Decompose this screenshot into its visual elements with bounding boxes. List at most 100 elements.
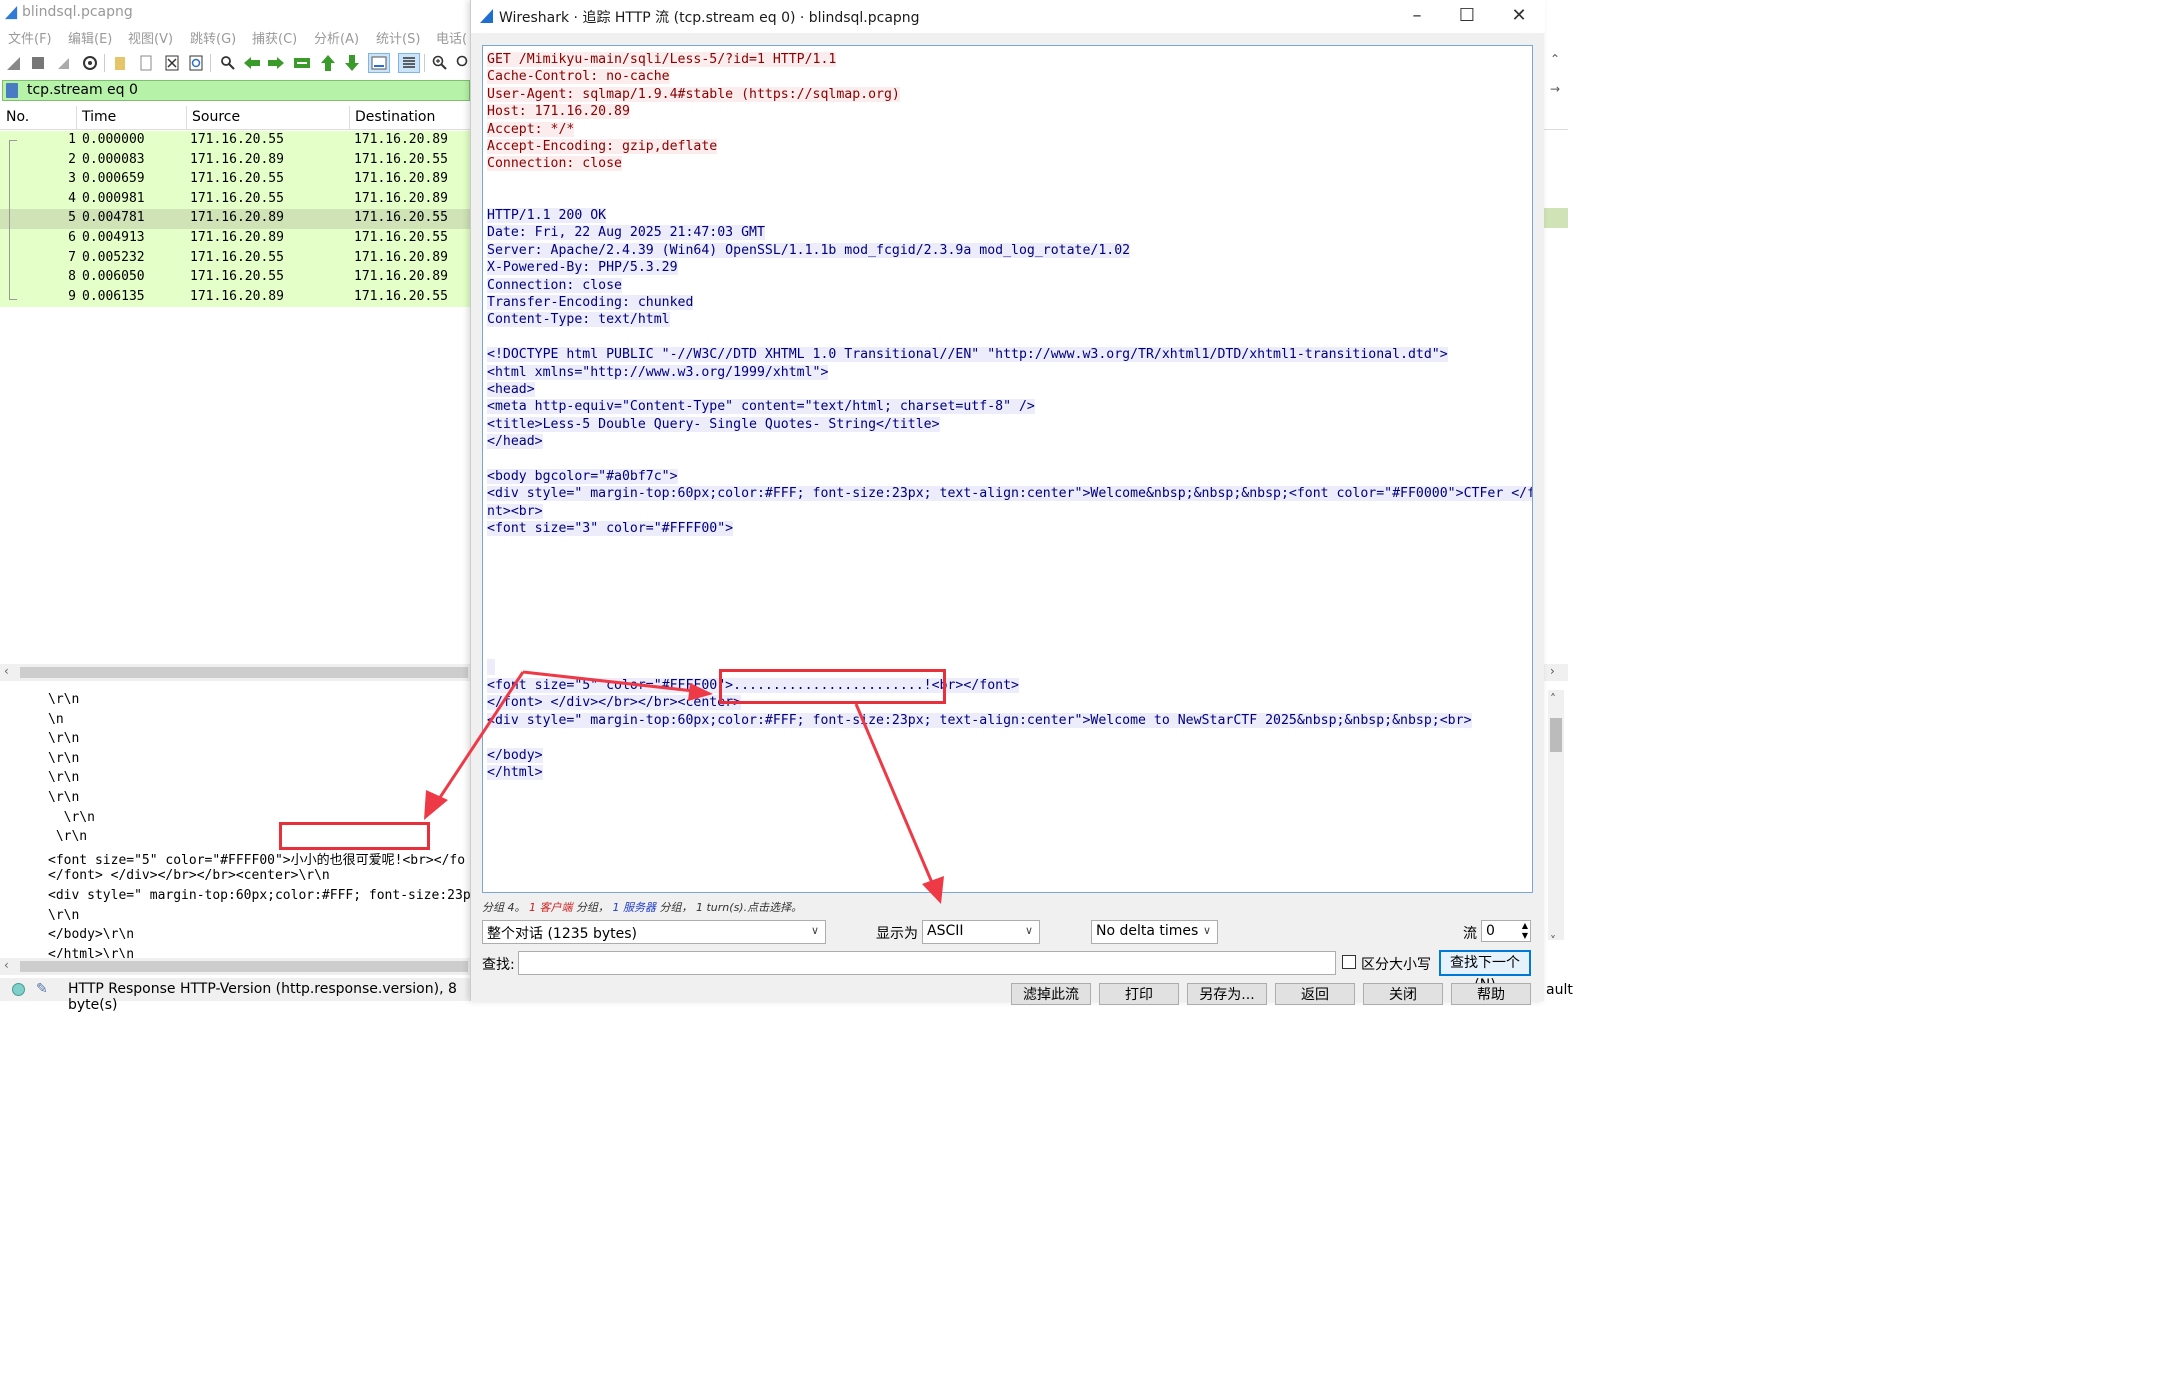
expert-info-icon[interactable] bbox=[12, 983, 25, 996]
scroll-left-icon[interactable]: ‹ bbox=[4, 958, 9, 972]
spin-up-icon[interactable]: ▲ bbox=[1522, 921, 1528, 930]
packet-time: 0.000981 bbox=[82, 190, 145, 206]
packet-time: 0.000659 bbox=[82, 171, 145, 187]
server-line: Server: Apache/2.4.39 (Win64) OpenSSL/1.… bbox=[487, 242, 1131, 258]
print-button[interactable]: 打印 bbox=[1099, 983, 1179, 1005]
case-sensitive-checkbox[interactable] bbox=[1342, 955, 1356, 969]
colorize-icon[interactable] bbox=[398, 53, 420, 73]
column-destination[interactable]: Destination bbox=[355, 109, 435, 125]
go-back-icon[interactable] bbox=[242, 53, 262, 73]
menu-go[interactable]: 跳转(G) bbox=[190, 28, 236, 47]
packet-row[interactable]: 3 0.000659 171.16.20.55 171.16.20.89 bbox=[0, 170, 470, 190]
menu-telephony[interactable]: 电话( bbox=[436, 28, 467, 47]
minimize-icon[interactable]: – bbox=[1405, 4, 1429, 28]
main-window-right-edge: ⌃ → › ˄ ˅ ault bbox=[1544, 0, 1573, 1001]
menu-statistics[interactable]: 统计(S) bbox=[376, 28, 420, 47]
packet-time: 0.006050 bbox=[82, 269, 145, 285]
help-button[interactable]: 帮助 bbox=[1451, 983, 1531, 1005]
server-line: <div style=" margin-top:60px;color:#FFF;… bbox=[487, 485, 1532, 502]
column-no[interactable]: No. bbox=[6, 109, 29, 125]
display-filter-bar[interactable]: tcp.stream eq 0 bbox=[2, 80, 470, 101]
zoom-in-icon[interactable] bbox=[430, 53, 450, 73]
packet-row[interactable]: 5 0.004781 171.16.20.89 171.16.20.55 bbox=[0, 209, 470, 229]
packet-list-hscroll[interactable]: ‹ bbox=[0, 664, 470, 681]
save-file-icon[interactable] bbox=[136, 53, 156, 73]
close-file-icon[interactable] bbox=[162, 53, 182, 73]
menu-file[interactable]: 文件(F) bbox=[8, 28, 52, 47]
scroll-thumb[interactable] bbox=[1550, 718, 1562, 752]
menu-analyze[interactable]: 分析(A) bbox=[314, 28, 359, 47]
back-button[interactable]: 返回 bbox=[1275, 983, 1355, 1005]
filter-out-stream-button[interactable]: 滤掉此流 bbox=[1011, 983, 1091, 1005]
packet-row[interactable]: 4 0.000981 171.16.20.55 171.16.20.89 bbox=[0, 189, 470, 210]
column-source[interactable]: Source bbox=[192, 109, 240, 125]
packet-src: 171.16.20.55 bbox=[190, 249, 284, 265]
bytes-pane-hscroll[interactable]: ‹ bbox=[0, 958, 470, 975]
chevron-down-icon: ∨ bbox=[1024, 924, 1033, 937]
packet-row[interactable]: 1 0.000000 171.16.20.55 171.16.20.89 bbox=[0, 131, 470, 151]
bytes-line: \n bbox=[48, 711, 64, 727]
packet-src: 171.16.20.89 bbox=[190, 151, 284, 167]
menu-view[interactable]: 视图(V) bbox=[128, 28, 173, 47]
server-line: nt><br> bbox=[487, 503, 543, 519]
bytes-line: \r\n bbox=[48, 829, 88, 845]
stream-number-spinbox[interactable]: 0 ▲ ▼ bbox=[1481, 920, 1531, 942]
autoscroll-icon[interactable] bbox=[368, 53, 390, 73]
save-as-button[interactable]: 另存为... bbox=[1187, 983, 1267, 1005]
find-input[interactable] bbox=[518, 951, 1336, 975]
server-line: <title>Less-5 Double Query- Single Quote… bbox=[487, 416, 940, 432]
zoom-out-icon[interactable] bbox=[454, 53, 470, 73]
go-to-packet-icon[interactable] bbox=[292, 53, 312, 73]
bookmark-icon[interactable] bbox=[6, 83, 18, 98]
packet-row[interactable]: 2 0.000083 171.16.20.89 171.16.20.55 bbox=[0, 150, 470, 171]
scroll-up-icon[interactable]: ˄ bbox=[1550, 692, 1556, 706]
maximize-icon[interactable]: ☐ bbox=[1455, 4, 1479, 28]
client-line: Accept: */* bbox=[487, 121, 575, 137]
stream-info: 分组 4。 1 客户端 分组， 1 服务器 分组， 1 turn(s).点击选择… bbox=[482, 901, 803, 914]
case-sensitive-label: 区分大小写 bbox=[1361, 957, 1431, 973]
packet-row[interactable]: 8 0.006050 171.16.20.55 171.16.20.89 bbox=[0, 268, 470, 288]
scroll-thumb[interactable] bbox=[20, 667, 468, 678]
bytes-line: \r\n bbox=[48, 770, 80, 786]
gear-icon[interactable] bbox=[80, 53, 100, 73]
reload-icon[interactable] bbox=[186, 53, 206, 73]
server-line: Date: Fri, 22 Aug 2025 21:47:03 GMT bbox=[487, 225, 765, 241]
restart-icon[interactable] bbox=[54, 53, 74, 73]
packet-list: 1 0.000000 171.16.20.55 171.16.20.89 2 0.0000… bbox=[0, 131, 470, 308]
scroll-left-icon[interactable]: ‹ bbox=[4, 664, 9, 678]
arrow-right-icon[interactable]: → bbox=[1550, 82, 1560, 96]
find-next-button[interactable]: 查找下一个(N) bbox=[1439, 950, 1531, 993]
stream-content[interactable]: GET /Mimikyu-main/sqli/Less-5/?id=1 HTTP… bbox=[482, 45, 1533, 893]
stream-label: 流 bbox=[1463, 926, 1477, 942]
go-forward-icon[interactable] bbox=[266, 53, 286, 73]
spin-down-icon[interactable]: ▼ bbox=[1522, 931, 1528, 940]
bytes-line: \r\n bbox=[48, 790, 80, 805]
packet-row[interactable]: 9 0.006135 171.16.20.89 171.16.20.55 bbox=[0, 287, 470, 308]
chevron-down-icon: ∨ bbox=[810, 924, 819, 937]
scroll-thumb[interactable] bbox=[20, 961, 468, 972]
scroll-down-icon[interactable]: ˅ bbox=[1550, 934, 1556, 948]
packet-row[interactable]: 7 0.005232 171.16.20.55 171.16.20.89 bbox=[0, 248, 470, 269]
show-as-select[interactable]: ASCII ∨ bbox=[922, 920, 1040, 944]
close-icon[interactable]: ✕ bbox=[1507, 4, 1531, 28]
packet-src: 171.16.20.55 bbox=[190, 269, 284, 285]
last-packet-icon[interactable] bbox=[342, 53, 362, 73]
packet-row[interactable]: 6 0.004913 171.16.20.89 171.16.20.55 bbox=[0, 228, 470, 249]
packet-src: 171.16.20.55 bbox=[190, 171, 284, 187]
open-folder-icon[interactable] bbox=[110, 53, 130, 73]
shark-fin-start-icon[interactable] bbox=[4, 53, 24, 73]
display-filter-input[interactable]: tcp.stream eq 0 bbox=[27, 82, 138, 98]
menu-edit[interactable]: 编辑(E) bbox=[68, 28, 112, 47]
main-title: blindsql.pcapng bbox=[22, 4, 133, 20]
stop-icon[interactable] bbox=[28, 53, 48, 73]
find-packet-icon[interactable] bbox=[218, 53, 238, 73]
edit-comment-icon[interactable]: ✎ bbox=[36, 981, 48, 997]
column-time[interactable]: Time bbox=[82, 109, 116, 125]
selected-row-edge bbox=[1544, 208, 1568, 228]
menu-capture[interactable]: 捕获(C) bbox=[252, 28, 297, 47]
scroll-right-icon[interactable]: › bbox=[1550, 664, 1555, 678]
delta-times-select[interactable]: No delta times ∨ bbox=[1091, 920, 1218, 944]
first-packet-icon[interactable] bbox=[318, 53, 338, 73]
conversation-select[interactable]: 整个对话 (1235 bytes) ∨ bbox=[482, 920, 826, 944]
close-button[interactable]: 关闭 bbox=[1363, 983, 1443, 1005]
